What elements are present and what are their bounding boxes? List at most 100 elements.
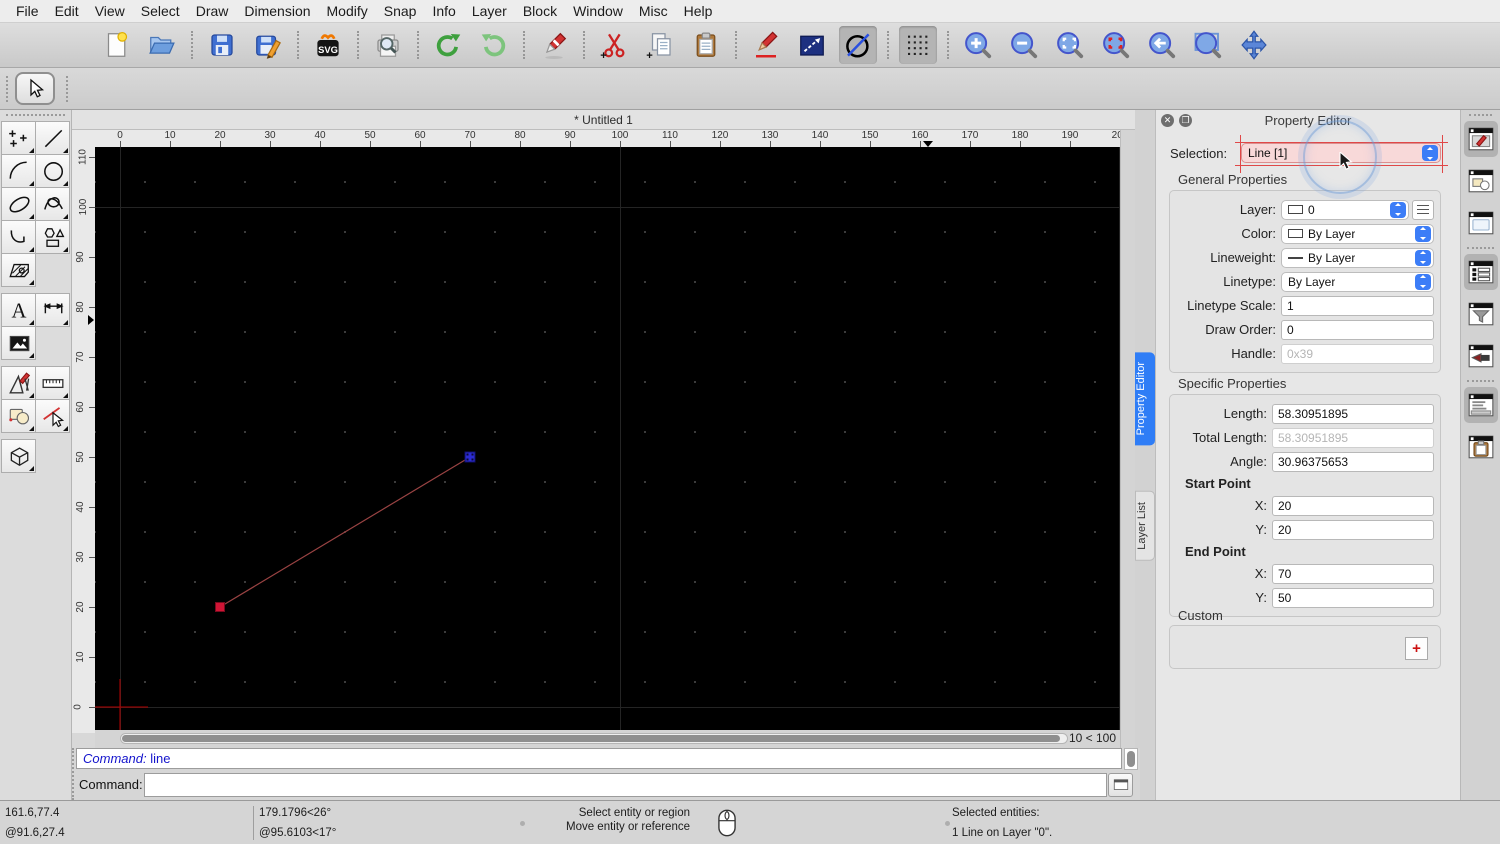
menu-misc[interactable]: Misc (631, 0, 676, 23)
command-input[interactable] (144, 773, 1107, 797)
erase-button[interactable] (535, 26, 573, 64)
length-input[interactable] (1272, 403, 1434, 424)
status-splitter[interactable] (945, 821, 950, 826)
menu-edit[interactable]: Edit (47, 0, 87, 23)
combo-stepper[interactable] (1422, 145, 1438, 161)
menu-block[interactable]: Block (515, 0, 565, 23)
combo-stepper[interactable] (1415, 225, 1431, 242)
select-tool-button[interactable] (15, 72, 55, 105)
modify-tools-button[interactable] (1, 366, 36, 400)
zoom-previous-button[interactable] (1097, 26, 1135, 64)
handle-input[interactable] (1281, 343, 1434, 364)
insert-image-button[interactable] (1, 326, 36, 360)
command-history-scrollbar[interactable] (1124, 748, 1138, 770)
zoom-out-button[interactable] (1005, 26, 1043, 64)
menu-dimension[interactable]: Dimension (236, 0, 318, 23)
line-end-handle[interactable] (464, 451, 476, 463)
zoom-window-button[interactable] (1189, 26, 1227, 64)
strip-drag-handle[interactable] (1469, 114, 1492, 116)
menu-draw[interactable]: Draw (188, 0, 237, 23)
y-input[interactable] (1272, 519, 1434, 540)
color-combo[interactable]: By Layer (1281, 223, 1434, 244)
draw-spline-button[interactable] (35, 187, 70, 221)
x-input[interactable] (1272, 495, 1434, 516)
deselect-tools-button[interactable] (35, 399, 70, 433)
draw-arc-button[interactable] (1, 154, 36, 188)
draw-order-input[interactable] (1281, 319, 1434, 340)
layer-menu-button[interactable] (1412, 199, 1434, 220)
command-detach-button[interactable] (1108, 773, 1133, 797)
copy-button[interactable]: + (641, 26, 679, 64)
angle-input[interactable] (1272, 451, 1434, 472)
draw-dimension-button[interactable] (35, 293, 70, 327)
zoom-auto-button[interactable] (1051, 26, 1089, 64)
draw-line-button[interactable] (35, 121, 70, 155)
draw-pen-button[interactable] (747, 26, 785, 64)
circle-tool-button[interactable] (839, 26, 877, 64)
combo-stepper[interactable] (1415, 249, 1431, 266)
shape-tools-button[interactable] (1, 399, 36, 433)
menu-layer[interactable]: Layer (464, 0, 515, 23)
menu-file[interactable]: File (8, 0, 47, 23)
open-file-button[interactable] (143, 26, 181, 64)
total-length-input[interactable] (1272, 427, 1434, 448)
y-input[interactable] (1272, 587, 1434, 608)
save-button[interactable] (203, 26, 241, 64)
draw-hatch-button[interactable] (1, 253, 36, 287)
linetype-scale-input[interactable] (1281, 295, 1434, 316)
menu-modify[interactable]: Modify (319, 0, 376, 23)
add-custom-property-button[interactable]: + (1405, 637, 1428, 660)
combo-stepper[interactable] (1390, 201, 1406, 218)
draw-points-button[interactable] (1, 121, 36, 155)
menu-help[interactable]: Help (676, 0, 721, 23)
library-browser-dock-button[interactable] (1464, 205, 1498, 241)
linetype-combo[interactable]: By Layer (1281, 271, 1434, 292)
drawing-canvas[interactable] (95, 147, 1120, 730)
redo-button[interactable] (475, 26, 513, 64)
clipboard-dock-button[interactable] (1464, 429, 1498, 465)
new-file-button[interactable] (97, 26, 135, 64)
menu-view[interactable]: View (87, 0, 133, 23)
selected-line-entity[interactable] (219, 456, 471, 608)
scrollbar-thumb[interactable] (1127, 751, 1135, 767)
command-line-dock-button[interactable] (1464, 387, 1498, 423)
property-editor-dock-button[interactable] (1464, 121, 1498, 157)
menu-snap[interactable]: Snap (376, 0, 425, 23)
scrollbar-track[interactable] (120, 733, 1068, 744)
draw-polyline-button[interactable] (1, 220, 36, 254)
block-list-dock-button[interactable] (1464, 163, 1498, 199)
layer-filter-dock-button[interactable] (1464, 296, 1498, 332)
palette-drag-handle[interactable] (6, 114, 65, 116)
lineweight-combo[interactable]: By Layer (1281, 247, 1434, 268)
save-as-button[interactable] (249, 26, 287, 64)
export-svg-button[interactable]: SVG (309, 26, 347, 64)
toolbar-handle[interactable] (6, 76, 8, 102)
menu-info[interactable]: Info (424, 0, 463, 23)
dock-tab-layer-list[interactable]: Layer List (1135, 491, 1155, 561)
line-start-handle[interactable] (215, 602, 225, 612)
line-tool-button[interactable] (793, 26, 831, 64)
undo-button[interactable] (429, 26, 467, 64)
combo-stepper[interactable] (1415, 273, 1431, 290)
print-preview-button[interactable] (369, 26, 407, 64)
quick-info-dock-button[interactable] (1464, 338, 1498, 374)
zoom-pan-button[interactable] (1235, 26, 1273, 64)
scrollbar-thumb[interactable] (122, 735, 1060, 742)
layer-combo[interactable]: 0 (1281, 199, 1409, 220)
draw-text-button[interactable]: A (1, 293, 36, 327)
paste-button[interactable] (687, 26, 725, 64)
menu-select[interactable]: Select (133, 0, 188, 23)
draw-circle-button[interactable] (35, 154, 70, 188)
grid-snap-button[interactable] (899, 26, 937, 64)
measure-tools-button[interactable] (35, 366, 70, 400)
solid-tools-button[interactable] (1, 439, 36, 473)
menu-window[interactable]: Window (565, 0, 631, 23)
layer-list-dock-button[interactable] (1464, 254, 1498, 290)
zoom-in-button[interactable] (959, 26, 997, 64)
draw-polygon-button[interactable] (35, 220, 70, 254)
cut-button[interactable]: + (595, 26, 633, 64)
draw-ellipse-button[interactable] (1, 187, 36, 221)
horizontal-scrollbar[interactable]: 10 < 100 (95, 730, 1120, 748)
vertical-scrollbar[interactable] (1120, 130, 1135, 748)
x-input[interactable] (1272, 563, 1434, 584)
